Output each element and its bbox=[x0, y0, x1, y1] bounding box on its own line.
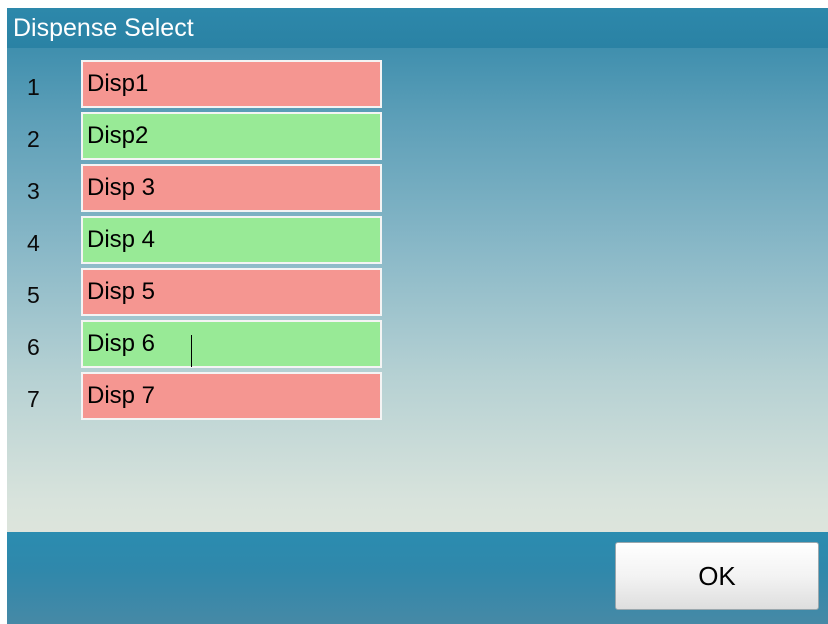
dispenser-name-field-6[interactable] bbox=[81, 320, 382, 368]
dispenser-row-1: 1 bbox=[7, 60, 407, 108]
dispenser-number: 7 bbox=[27, 386, 40, 412]
dispenser-name-field-7[interactable] bbox=[81, 372, 382, 420]
dispenser-name-field-4[interactable] bbox=[81, 216, 382, 264]
dispenser-number: 5 bbox=[27, 282, 40, 308]
dispenser-number: 2 bbox=[27, 126, 40, 152]
bottom-bar: OK bbox=[7, 532, 828, 624]
text-caret bbox=[191, 335, 192, 367]
title-bar: Dispense Select bbox=[7, 8, 828, 48]
dispenser-name-field-1[interactable] bbox=[81, 60, 382, 108]
dispenser-name-field-2[interactable] bbox=[81, 112, 382, 160]
dispenser-row-4: 4 bbox=[7, 216, 407, 264]
dispenser-name-field-3[interactable] bbox=[81, 164, 382, 212]
dispenser-row-5: 5 bbox=[7, 268, 407, 316]
window-title: Dispense Select bbox=[13, 14, 194, 42]
dispenser-number: 4 bbox=[27, 230, 40, 256]
dispenser-row-6: 6 bbox=[7, 320, 407, 368]
ok-button[interactable]: OK bbox=[615, 542, 819, 610]
dispenser-number: 3 bbox=[27, 178, 40, 204]
dispenser-number: 1 bbox=[27, 74, 40, 100]
dispenser-row-2: 2 bbox=[7, 112, 407, 160]
dispenser-row-7: 7 bbox=[7, 372, 407, 420]
dispenser-number: 6 bbox=[27, 334, 40, 360]
dispense-select-window: Dispense Select 1 2 3 4 5 6 7 bbox=[7, 8, 828, 624]
dispenser-row-3: 3 bbox=[7, 164, 407, 212]
dispenser-name-field-5[interactable] bbox=[81, 268, 382, 316]
